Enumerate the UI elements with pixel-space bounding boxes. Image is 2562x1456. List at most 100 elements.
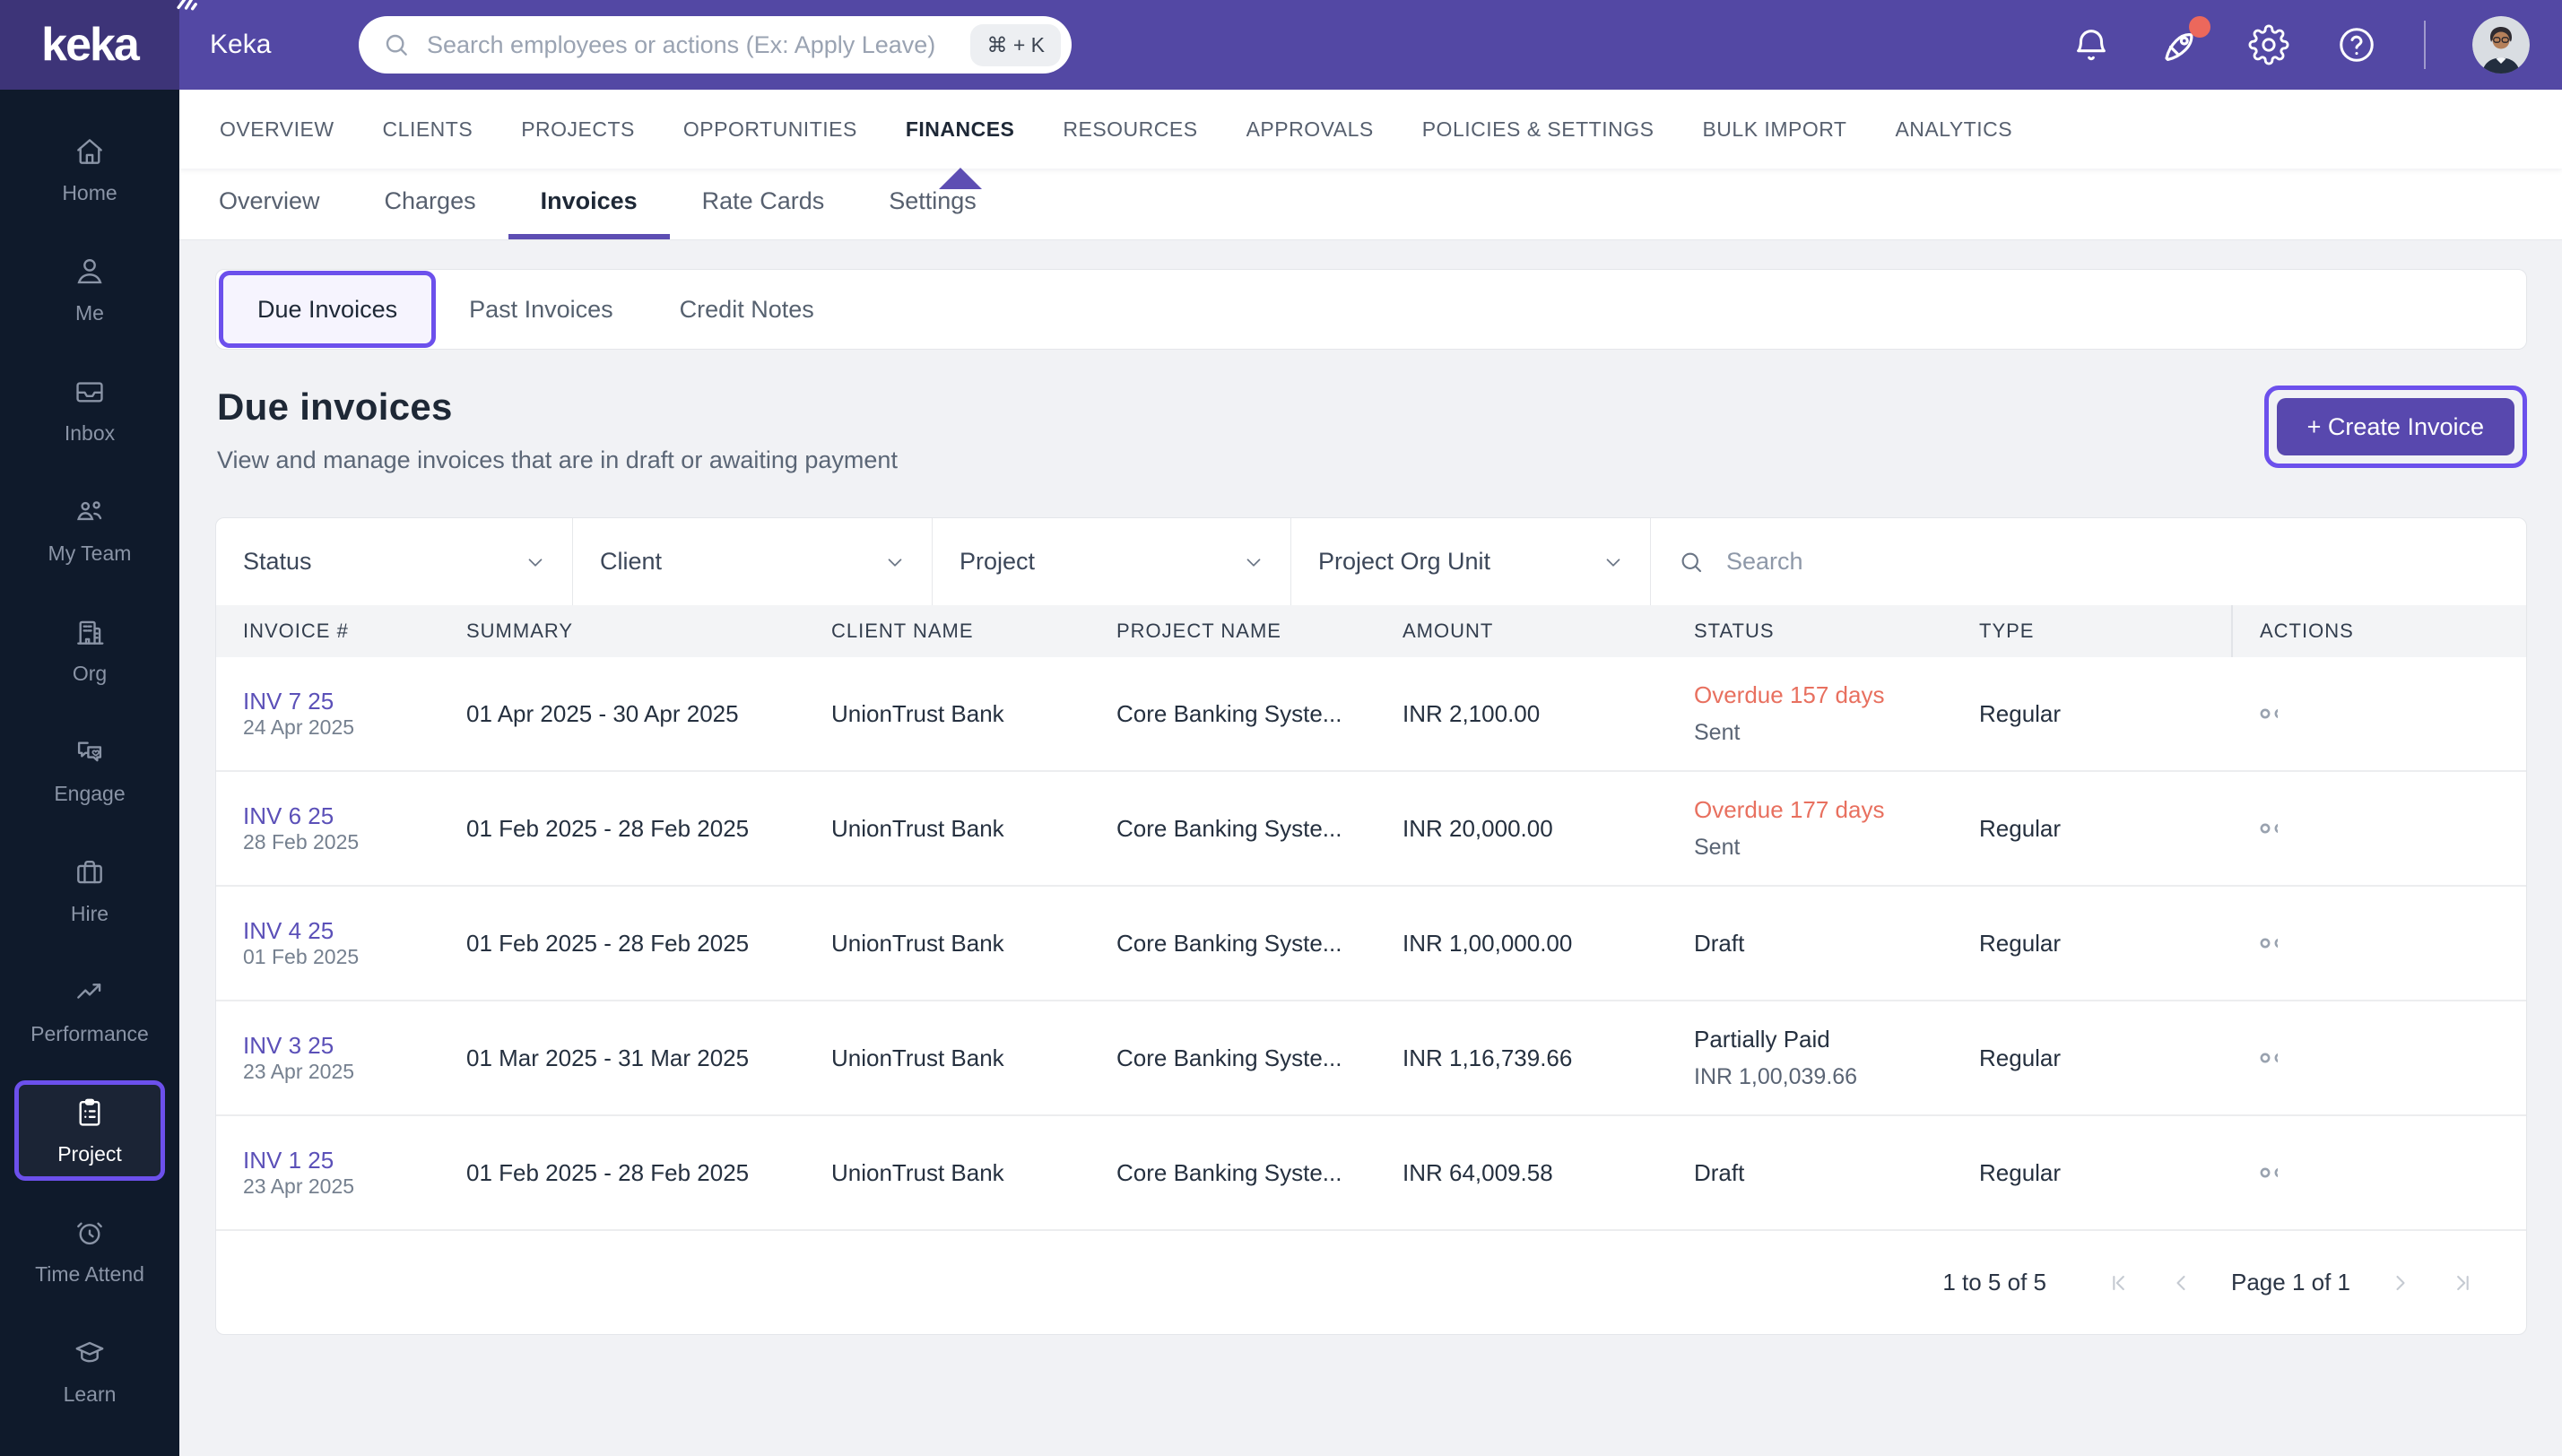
ellipsis-icon bbox=[2260, 823, 2278, 834]
pagination-prev-button[interactable] bbox=[2168, 1270, 2193, 1296]
summary-cell: 01 Feb 2025 - 28 Feb 2025 bbox=[466, 1158, 750, 1186]
sidebar-item-org[interactable]: Org bbox=[10, 590, 169, 710]
subtab-invoices[interactable]: Invoices bbox=[508, 169, 670, 239]
subtab-charges[interactable]: Charges bbox=[352, 169, 508, 239]
sidebar-item-engage[interactable]: Engage bbox=[10, 710, 169, 830]
page-header-text: Due invoices View and manage invoices th… bbox=[215, 386, 898, 474]
tab-resources[interactable]: RESOURCES bbox=[1038, 90, 1221, 169]
summary-cell: 01 Apr 2025 - 30 Apr 2025 bbox=[466, 699, 739, 727]
row-actions-menu[interactable] bbox=[2231, 933, 2278, 953]
tab-opportunities[interactable]: OPPORTUNITIES bbox=[659, 90, 882, 169]
pagination-next-button[interactable] bbox=[2388, 1270, 2413, 1296]
pagination-first-button[interactable] bbox=[2106, 1270, 2131, 1296]
row-actions-menu[interactable] bbox=[2231, 1163, 2278, 1183]
subtab-rate-cards[interactable]: Rate Cards bbox=[670, 169, 857, 239]
table-search[interactable] bbox=[1651, 518, 2526, 605]
help-button[interactable] bbox=[2336, 24, 2377, 65]
col-status: STATUS bbox=[1694, 620, 1775, 642]
keka-logo[interactable]: keka bbox=[0, 0, 197, 90]
type-cell: Regular bbox=[1979, 1158, 2062, 1186]
filter-project-org-unit[interactable]: Project Org Unit bbox=[1291, 518, 1651, 605]
invoice-number-link[interactable]: INV 3 25 bbox=[243, 1032, 334, 1059]
type-cell: Regular bbox=[1979, 929, 2062, 957]
filter-status-label: Status bbox=[243, 548, 312, 575]
engage-icon bbox=[77, 741, 102, 761]
summary-cell: 01 Mar 2025 - 31 Mar 2025 bbox=[466, 1044, 750, 1071]
invoice-number-link[interactable]: INV 7 25 bbox=[243, 688, 334, 715]
sidebar-item-hire[interactable]: Hire bbox=[10, 830, 169, 950]
status-badge: Overdue 177 days bbox=[1694, 796, 1885, 823]
global-search[interactable]: ⌘ + K bbox=[359, 16, 1072, 74]
sidebar-item-label: Inbox bbox=[64, 420, 116, 445]
filter-status[interactable]: Status bbox=[216, 518, 573, 605]
sidebar-item-home[interactable]: Home bbox=[10, 109, 169, 230]
sidebar-item-me[interactable]: Me bbox=[10, 230, 169, 350]
tab-finances[interactable]: FINANCES bbox=[882, 90, 1039, 169]
content-area: Due Invoices Past Invoices Credit Notes … bbox=[179, 240, 2562, 1456]
sidebar-item-label: Hire bbox=[70, 901, 109, 925]
notifications-button[interactable] bbox=[2071, 24, 2112, 65]
status-badge: Draft bbox=[1694, 1158, 1745, 1186]
tab-overview[interactable]: OVERVIEW bbox=[195, 90, 359, 169]
whats-new-button[interactable] bbox=[2158, 16, 2210, 66]
sidebar-item-label: Project bbox=[57, 1141, 122, 1166]
tab-approvals[interactable]: APPROVALS bbox=[1222, 90, 1398, 169]
table-search-input[interactable] bbox=[1726, 548, 2499, 576]
sidebar-item-project[interactable]: Project bbox=[14, 1080, 165, 1181]
filter-project-label: Project bbox=[960, 548, 1036, 575]
settings-button[interactable] bbox=[2248, 24, 2289, 65]
status-sub: INR 1,00,039.66 bbox=[1694, 1064, 1858, 1089]
table-row: INV 3 25 23 Apr 2025 01 Mar 2025 - 31 Mar… bbox=[216, 1001, 2526, 1116]
invoice-number-link[interactable]: INV 6 25 bbox=[243, 802, 334, 829]
sidebar-item-performance[interactable]: Performance bbox=[10, 950, 169, 1070]
status-badge: Draft bbox=[1694, 929, 1745, 957]
tab-due-invoices[interactable]: Due Invoices bbox=[219, 271, 437, 348]
row-actions-menu[interactable] bbox=[2231, 704, 2278, 724]
search-icon bbox=[386, 34, 407, 56]
avatar[interactable] bbox=[2472, 16, 2530, 74]
subtab-overview[interactable]: Overview bbox=[187, 169, 352, 239]
avatar-image bbox=[2472, 16, 2530, 74]
tab-projects[interactable]: PROJECTS bbox=[497, 90, 659, 169]
type-cell: Regular bbox=[1979, 814, 2062, 842]
client-cell: UnionTrust Bank bbox=[831, 1158, 1004, 1186]
client-cell: UnionTrust Bank bbox=[831, 814, 1004, 842]
home-icon bbox=[77, 138, 102, 164]
filter-client[interactable]: Client bbox=[573, 518, 933, 605]
invoice-number-link[interactable]: INV 4 25 bbox=[243, 917, 334, 944]
tab-past-invoices[interactable]: Past Invoices bbox=[436, 296, 647, 324]
row-actions-menu[interactable] bbox=[2231, 819, 2278, 838]
chevron-down-icon bbox=[1246, 558, 1261, 567]
sidebar-item-label: Learn bbox=[63, 1382, 117, 1406]
pagination-last-button[interactable] bbox=[2451, 1270, 2476, 1296]
sidebar-item-inbox[interactable]: Inbox bbox=[10, 350, 169, 470]
invoice-date: 28 Feb 2025 bbox=[243, 830, 360, 854]
pagination-range: 1 to 5 of 5 bbox=[1942, 1269, 2046, 1296]
create-invoice-button[interactable]: + Create Invoice bbox=[2276, 398, 2514, 455]
tab-credit-notes[interactable]: Credit Notes bbox=[647, 296, 847, 324]
type-cell: Regular bbox=[1979, 699, 2062, 727]
pagination-last-icon bbox=[2457, 1275, 2469, 1290]
global-search-input[interactable] bbox=[427, 30, 971, 59]
sidebar-item-time-attend[interactable]: Time Attend bbox=[10, 1191, 169, 1311]
tab-analytics[interactable]: ANALYTICS bbox=[1871, 90, 2037, 169]
sidebar-item-learn[interactable]: Learn bbox=[10, 1311, 169, 1431]
search-shortcut-hint: ⌘ + K bbox=[970, 23, 1061, 66]
project-cell: Core Banking Syste... bbox=[1116, 814, 1342, 842]
help-icon bbox=[2340, 28, 2374, 62]
filter-project[interactable]: Project bbox=[933, 518, 1291, 605]
pagination-page-indicator: Page 1 of 1 bbox=[2231, 1269, 2350, 1296]
row-actions-menu[interactable] bbox=[2231, 1048, 2278, 1068]
subtab-settings[interactable]: Settings bbox=[856, 169, 1009, 239]
page-header: Due invoices View and manage invoices th… bbox=[215, 386, 2527, 474]
invoice-number-link[interactable]: INV 1 25 bbox=[243, 1147, 334, 1174]
sidebar-item-my-team[interactable]: My Team bbox=[10, 470, 169, 590]
tab-bulk-import[interactable]: BULK IMPORT bbox=[1678, 90, 1871, 169]
summary-cell: 01 Feb 2025 - 28 Feb 2025 bbox=[466, 929, 750, 957]
pagination-next-icon bbox=[2396, 1275, 2405, 1290]
tab-policies-settings[interactable]: POLICIES & SETTINGS bbox=[1398, 90, 1679, 169]
summary-cell: 01 Feb 2025 - 28 Feb 2025 bbox=[466, 814, 750, 842]
invoice-date: 23 Apr 2025 bbox=[243, 1174, 355, 1198]
invoice-date: 01 Feb 2025 bbox=[243, 945, 360, 968]
tab-clients[interactable]: CLIENTS bbox=[359, 90, 498, 169]
